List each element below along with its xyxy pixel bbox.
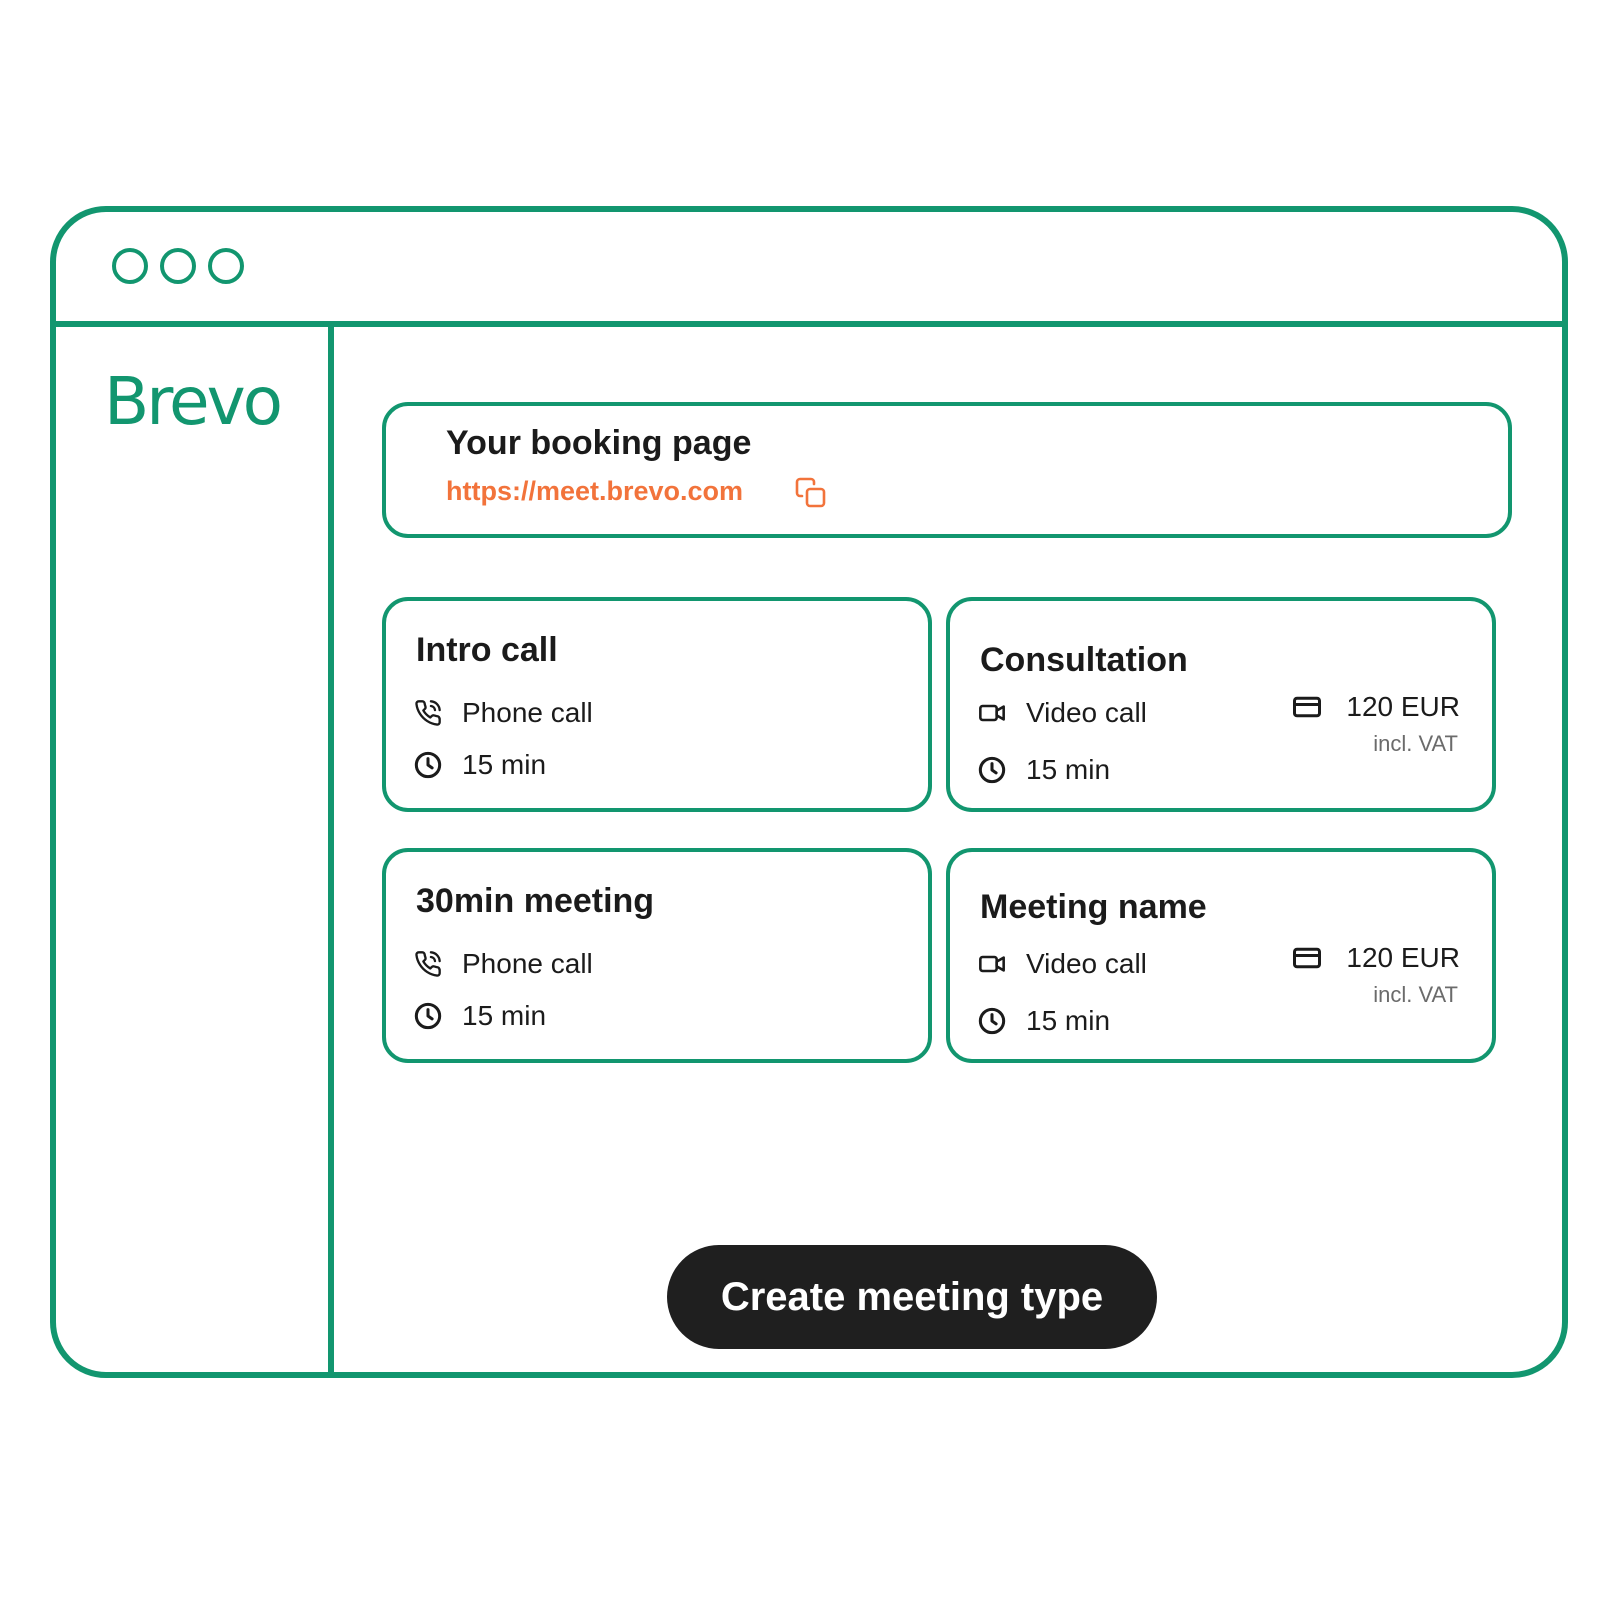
credit-card-icon <box>1293 696 1322 718</box>
browser-window: Brevo Your booking page https://meet.bre… <box>50 206 1568 1378</box>
window-control-minimize[interactable] <box>160 248 196 284</box>
meeting-type-title: Consultation <box>980 641 1188 679</box>
meeting-price-row: 120 EUR <box>1292 691 1460 723</box>
clock-icon <box>414 751 442 779</box>
sidebar: Brevo <box>56 327 334 1372</box>
phone-icon <box>415 951 441 977</box>
meeting-duration-row: 15 min <box>414 999 546 1033</box>
video-camera-icon <box>979 704 1005 722</box>
meeting-price: 120 EUR <box>1346 942 1460 973</box>
meeting-price: 120 EUR <box>1346 691 1460 722</box>
meeting-location: Video call <box>1026 948 1147 979</box>
meeting-price-note: incl. VAT <box>1373 982 1458 1007</box>
meeting-duration: 15 min <box>462 749 547 780</box>
window-titlebar <box>56 212 1562 327</box>
meeting-location-row: Video call <box>978 947 1147 981</box>
create-meeting-type-button[interactable]: Create meeting type <box>667 1245 1157 1349</box>
meeting-type-title: 30min meeting <box>416 882 655 920</box>
meeting-duration-row: 15 min <box>978 1004 1110 1038</box>
meeting-type-card-meeting-name[interactable]: Meeting name Video call 15 min 120 EUR i… <box>946 848 1496 1063</box>
meeting-duration: 15 min <box>1026 1005 1111 1036</box>
copy-icon[interactable] <box>794 476 828 510</box>
booking-page-url[interactable]: https://meet.brevo.com <box>446 476 743 507</box>
meeting-type-card-30min-meeting[interactable]: 30min meeting Phone call 15 min <box>382 848 932 1063</box>
credit-card-icon <box>1293 947 1322 969</box>
main-content: Your booking page https://meet.brevo.com… <box>334 327 1562 1372</box>
meeting-duration-row: 15 min <box>414 748 546 782</box>
window-control-maximize[interactable] <box>208 248 244 284</box>
meeting-location-row: Video call <box>978 696 1147 730</box>
meeting-duration-row: 15 min <box>978 753 1110 787</box>
meeting-location: Phone call <box>462 697 593 728</box>
meeting-price-row: 120 EUR <box>1292 942 1460 974</box>
meeting-duration: 15 min <box>1026 754 1111 785</box>
meeting-type-title: Intro call <box>416 631 558 669</box>
clock-icon <box>978 1007 1006 1035</box>
meeting-price-note: incl. VAT <box>1373 731 1458 756</box>
window-control-close[interactable] <box>112 248 148 284</box>
video-camera-icon <box>979 955 1005 973</box>
meeting-duration: 15 min <box>462 1000 547 1031</box>
clock-icon <box>414 1002 442 1030</box>
brand-logo[interactable]: Brevo <box>104 369 283 435</box>
clock-icon <box>978 756 1006 784</box>
meeting-type-card-consultation[interactable]: Consultation Video call 15 min 120 EUR i… <box>946 597 1496 812</box>
meeting-type-card-intro-call[interactable]: Intro call Phone call 15 min <box>382 597 932 812</box>
meeting-location: Video call <box>1026 697 1147 728</box>
meeting-location: Phone call <box>462 948 593 979</box>
meeting-type-title: Meeting name <box>980 888 1207 926</box>
meeting-location-row: Phone call <box>414 947 593 981</box>
meeting-location-row: Phone call <box>414 696 593 730</box>
booking-page-title: Your booking page <box>446 424 752 462</box>
booking-page-card: Your booking page https://meet.brevo.com <box>382 402 1512 538</box>
phone-icon <box>415 700 441 726</box>
